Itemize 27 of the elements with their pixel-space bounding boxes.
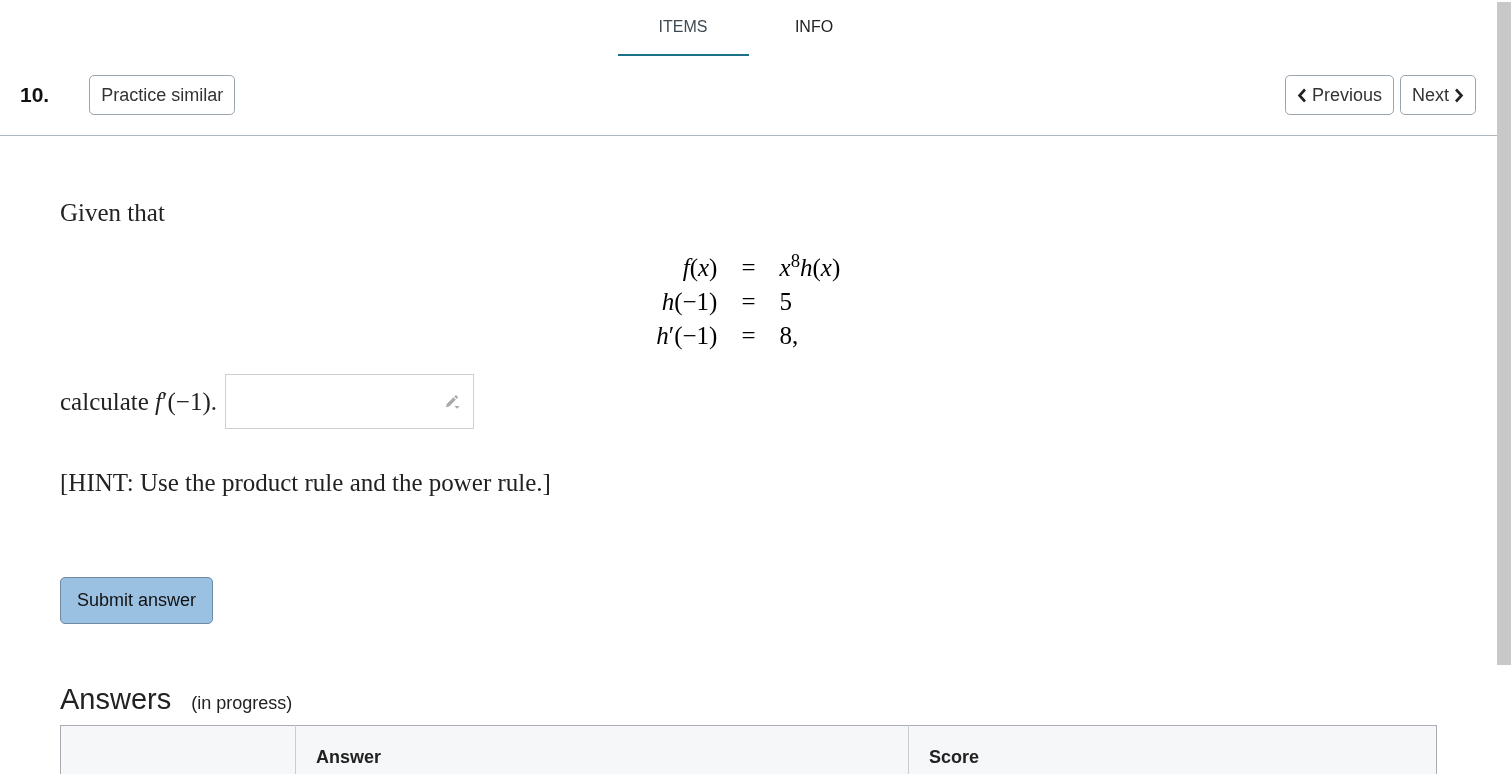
chevron-left-icon [1296, 87, 1307, 103]
column-header: Answer [295, 725, 909, 774]
tab[interactable]: INFO [748, 0, 880, 56]
intro-text: Given that [60, 198, 165, 228]
equals-sign: = [741, 321, 756, 351]
answers-status: (in progress) [191, 692, 293, 715]
answer-field[interactable] [225, 374, 474, 429]
equals-sign: = [741, 287, 756, 317]
equation-right-side: x$^{8}$h(x) [779, 251, 841, 284]
practice-similar-button[interactable]: Practice similar [89, 75, 236, 115]
answers-heading: Answers [60, 682, 172, 716]
next-button[interactable]: Next [1400, 75, 1476, 115]
column-header: Score [908, 725, 1437, 774]
previous-button[interactable]: Previous [1284, 75, 1394, 115]
scrollbar-thumb[interactable] [1497, 2, 1511, 665]
equation-right-side: 8, [779, 321, 799, 351]
equation-left-side: f(x) [682, 253, 718, 283]
tab[interactable]: ITEMS [617, 0, 749, 56]
equation-left-side: h(−1) [661, 287, 718, 318]
equation-left-side: h′(−1) [656, 321, 718, 352]
equals-sign: = [741, 253, 756, 283]
hint-text: [HINT: Use the product rule and the power rule.] [60, 468, 551, 498]
prompt-text: calculate f′(−1). [60, 386, 217, 418]
submit-answer-button[interactable]: Submit answer [60, 577, 214, 624]
chevron-right-icon [1454, 87, 1464, 103]
equation-right-side: 5 [779, 287, 793, 317]
question-number: 10. [20, 82, 50, 109]
